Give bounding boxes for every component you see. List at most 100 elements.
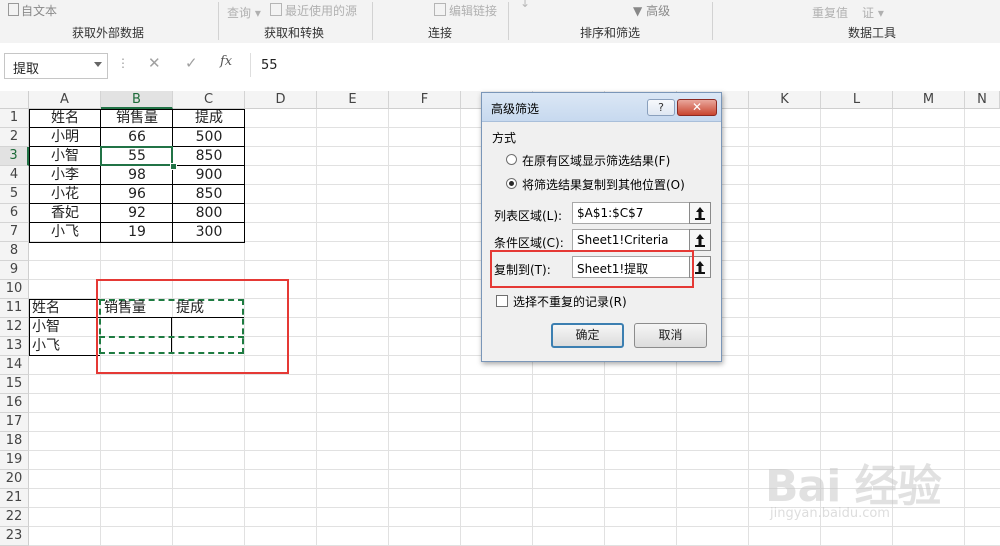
edit-links-button[interactable]: 编辑链接: [434, 2, 497, 19]
close-button[interactable]: ✕: [677, 99, 717, 116]
row-header[interactable]: 14: [0, 356, 29, 375]
unique-records-label[interactable]: 选择不重复的记录(R): [513, 293, 627, 310]
row-header[interactable]: 8: [0, 242, 29, 261]
edit-links-icon: [434, 3, 446, 16]
header-cell-sales[interactable]: 销售量: [101, 109, 173, 128]
table-cell[interactable]: 小李: [29, 166, 101, 185]
group-separator: [508, 2, 509, 40]
list-range-input[interactable]: $A$1:$C$7: [572, 202, 690, 224]
advanced-filter-dialog: 高级筛选 ? ✕ 方式 在原有区域显示筛选结果(F) 将筛选结果复制到其他位置(…: [481, 92, 722, 362]
row-header[interactable]: 15: [0, 375, 29, 394]
radio-copy-to-location[interactable]: [506, 178, 517, 189]
column-header-a[interactable]: A: [29, 91, 101, 109]
table-cell[interactable]: 96: [101, 185, 173, 204]
column-header-k[interactable]: K: [749, 91, 821, 109]
row-header[interactable]: 1: [0, 109, 29, 128]
table-cell[interactable]: 小智: [29, 318, 101, 337]
row-header[interactable]: 7: [0, 223, 29, 242]
table-cell[interactable]: 850: [173, 185, 245, 204]
row-header[interactable]: 22: [0, 508, 29, 527]
table-cell[interactable]: 900: [173, 166, 245, 185]
text-file-icon: [8, 3, 19, 16]
radio-filter-in-place[interactable]: [506, 154, 517, 165]
row-header[interactable]: 5: [0, 185, 29, 204]
remove-duplicates-button[interactable]: 重复值: [812, 4, 848, 21]
row-header[interactable]: 12: [0, 318, 29, 337]
row-header[interactable]: 18: [0, 432, 29, 451]
row-header[interactable]: 4: [0, 166, 29, 185]
table-cell[interactable]: 98: [101, 166, 173, 185]
formula-bar: 提取 ⋮ ✕ ✓ fx 55: [0, 43, 1000, 92]
column-header-f[interactable]: F: [389, 91, 461, 109]
row-header[interactable]: 2: [0, 128, 29, 147]
unique-records-checkbox[interactable]: [496, 295, 508, 307]
table-cell[interactable]: 300: [173, 223, 245, 242]
row-header[interactable]: 19: [0, 451, 29, 470]
criteria-range-value: Sheet1!Criteria: [577, 233, 669, 247]
criteria-range-input[interactable]: Sheet1!Criteria: [572, 229, 690, 251]
table-cell[interactable]: 850: [173, 147, 245, 166]
row-header[interactable]: 3: [0, 147, 29, 166]
table-cell[interactable]: 500: [173, 128, 245, 147]
header-cell-name[interactable]: 姓名: [29, 299, 101, 318]
dialog-title-bar[interactable]: 高级筛选 ? ✕: [482, 93, 721, 122]
header-cell-commission[interactable]: 提成: [173, 109, 245, 128]
sort-icon[interactable]: ↓: [520, 0, 530, 10]
column-header-n[interactable]: N: [965, 91, 1000, 109]
table-cell[interactable]: 小飞: [29, 337, 101, 356]
advanced-filter-button[interactable]: ▼ 高级: [633, 2, 670, 19]
collapse-dialog-button[interactable]: [689, 202, 711, 224]
table-cell[interactable]: 92: [101, 204, 173, 223]
column-header-l[interactable]: L: [821, 91, 893, 109]
new-query-button[interactable]: 查询 ▾: [227, 4, 261, 21]
table-cell[interactable]: 香妃: [29, 204, 101, 223]
column-header-m[interactable]: M: [893, 91, 965, 109]
highlight-box: [96, 279, 289, 374]
range-select-icon: [695, 234, 705, 247]
insert-function-icon[interactable]: fx: [220, 54, 232, 69]
cancel-button[interactable]: 取消: [634, 323, 707, 348]
radio-copy-to-location-label[interactable]: 将筛选结果复制到其他位置(O): [522, 176, 685, 193]
table-cell[interactable]: 19: [101, 223, 173, 242]
ribbon: 自文本 查询 ▾ 最近使用的源 编辑链接 ↓ ▼ 高级 重复值 证 ▾ 获取外部…: [0, 0, 1000, 44]
row-header[interactable]: 11: [0, 299, 29, 318]
row-header[interactable]: 16: [0, 394, 29, 413]
help-button[interactable]: ?: [647, 99, 675, 116]
row-header[interactable]: 13: [0, 337, 29, 356]
row-header[interactable]: 10: [0, 280, 29, 299]
row-header[interactable]: 6: [0, 204, 29, 223]
column-header-b[interactable]: B: [101, 91, 173, 109]
table-cell[interactable]: 小智: [29, 147, 101, 166]
name-box-value: 提取: [13, 62, 40, 77]
table-cell[interactable]: 小明: [29, 128, 101, 147]
row-header[interactable]: 9: [0, 261, 29, 280]
table-cell[interactable]: 小花: [29, 185, 101, 204]
fill-handle[interactable]: [170, 163, 177, 170]
table-cell[interactable]: 66: [101, 128, 173, 147]
select-all-corner[interactable]: [0, 91, 29, 109]
chevron-down-icon[interactable]: [94, 62, 102, 67]
filter-icon: ▼: [633, 4, 643, 18]
row-header[interactable]: 20: [0, 470, 29, 489]
table-cell[interactable]: 小飞: [29, 223, 101, 242]
column-header-c[interactable]: C: [173, 91, 245, 109]
ok-button[interactable]: 确定: [551, 323, 624, 348]
group-data-tools: 数据工具: [848, 26, 897, 40]
collapse-dialog-button[interactable]: [689, 229, 711, 251]
formula-input[interactable]: 55: [250, 53, 999, 77]
header-cell-name[interactable]: 姓名: [29, 109, 101, 128]
from-text-button[interactable]: 自文本: [8, 2, 57, 19]
active-cell-b3[interactable]: [100, 146, 173, 166]
column-header-d[interactable]: D: [245, 91, 317, 109]
row-header[interactable]: 23: [0, 527, 29, 546]
row-header[interactable]: 17: [0, 413, 29, 432]
enter-icon[interactable]: ✓: [185, 54, 198, 72]
name-box[interactable]: 提取: [4, 53, 108, 79]
cancel-icon[interactable]: ✕: [148, 54, 161, 72]
table-cell[interactable]: 800: [173, 204, 245, 223]
recent-sources-button[interactable]: 最近使用的源: [270, 2, 357, 19]
radio-filter-in-place-label[interactable]: 在原有区域显示筛选结果(F): [522, 152, 670, 169]
row-header[interactable]: 21: [0, 489, 29, 508]
column-header-e[interactable]: E: [317, 91, 389, 109]
data-validation-button[interactable]: 证 ▾: [862, 4, 884, 21]
